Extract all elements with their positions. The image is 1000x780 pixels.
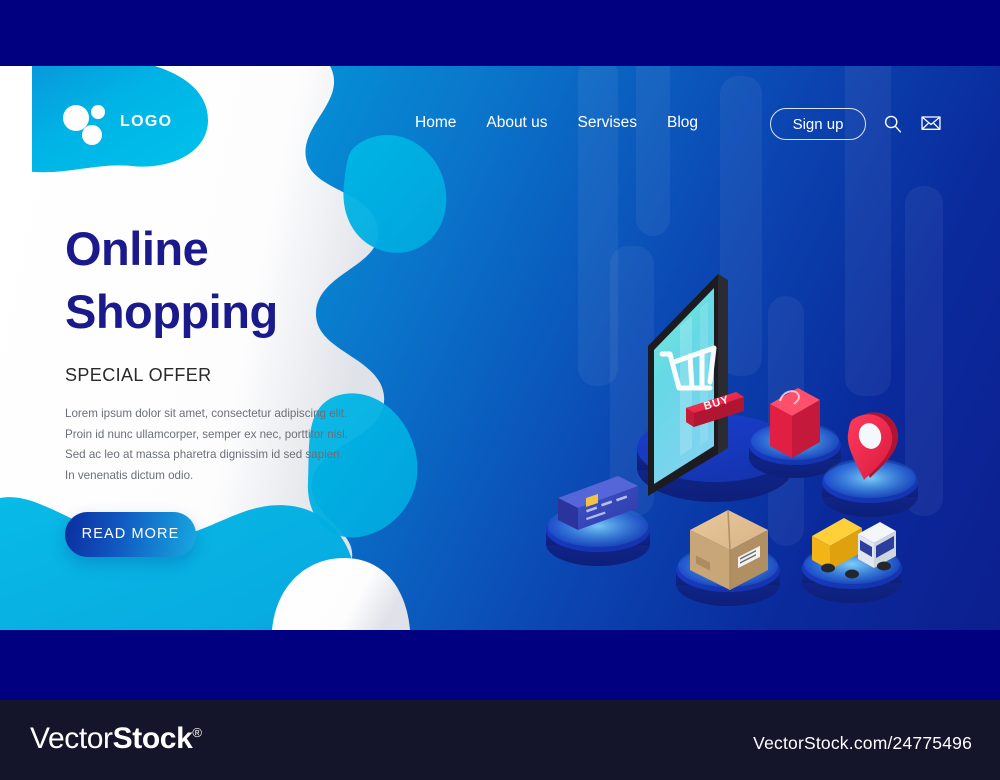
nav-item-servises[interactable]: Servises <box>578 114 637 132</box>
hero-paragraph: Lorem ipsum dolor sit amet, consectetur … <box>65 407 348 482</box>
vectorstock-url: VectorStock.com/24775496 <box>753 733 972 753</box>
vectorstock-logo-stock: Stock <box>112 722 193 755</box>
nav-item-blog[interactable]: Blog <box>667 114 698 132</box>
nav-item-home[interactable]: Home <box>415 114 456 132</box>
hero-title-line-2: Shopping <box>65 284 278 338</box>
envelope-icon[interactable] <box>920 113 942 135</box>
main-navigation: Home About us Servises Blog <box>415 114 698 132</box>
nav-item-about-us[interactable]: About us <box>486 114 547 132</box>
logo-dots-icon <box>63 100 123 150</box>
site-header: LOGO Home About us Servises Blog Sign up <box>0 66 1000 186</box>
hero-copy: Online Shopping SPECIAL OFFER Lorem ipsu… <box>65 218 365 557</box>
hero-title-line-1: Online <box>65 222 209 275</box>
landing-page-artboard: BUY LOGO Home About us Servises Blog Sig… <box>0 0 1000 780</box>
sign-up-button[interactable]: Sign up <box>770 108 866 140</box>
vectorstock-logo-vector: Vector <box>30 722 113 755</box>
parcel-podium <box>676 509 780 606</box>
isometric-ecommerce-illustration: BUY <box>540 196 1000 630</box>
registered-mark-icon: ® <box>192 725 202 740</box>
read-more-button[interactable]: READ MORE <box>65 511 196 557</box>
logo-text[interactable]: LOGO <box>120 113 172 131</box>
credit-card-podium <box>546 476 650 566</box>
shopping-bag-podium <box>749 388 841 478</box>
delivery-truck-podium <box>802 518 902 603</box>
header-actions: Sign up <box>770 108 942 140</box>
location-pin-podium <box>822 412 918 517</box>
vectorstock-logo: VectorStock® <box>30 722 202 756</box>
hero-subtitle: SPECIAL OFFER <box>65 365 212 385</box>
page-title: Online Shopping <box>65 218 365 343</box>
search-icon[interactable] <box>882 113 904 135</box>
